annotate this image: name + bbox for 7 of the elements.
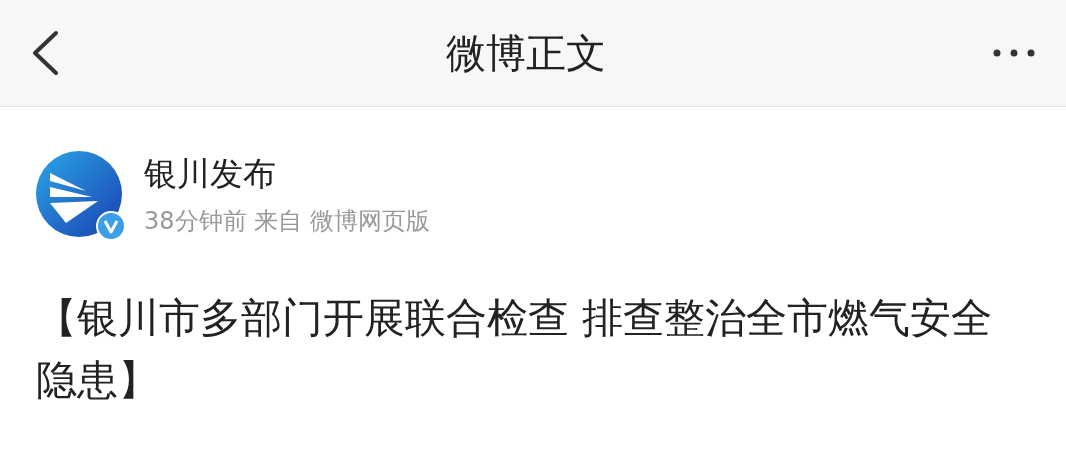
author-name[interactable]: 银川发布	[144, 151, 430, 197]
page-title: 微博正文	[446, 28, 606, 78]
back-icon[interactable]	[30, 30, 60, 76]
avatar-logo-icon[interactable]	[36, 151, 122, 237]
post-meta: 38分钟前 来自 微博网页版	[144, 205, 430, 237]
post-text: 【银川市多部门开展联合检查 排查整治全市燃气安全隐患】	[36, 293, 994, 406]
more-icon[interactable]	[992, 48, 1036, 58]
